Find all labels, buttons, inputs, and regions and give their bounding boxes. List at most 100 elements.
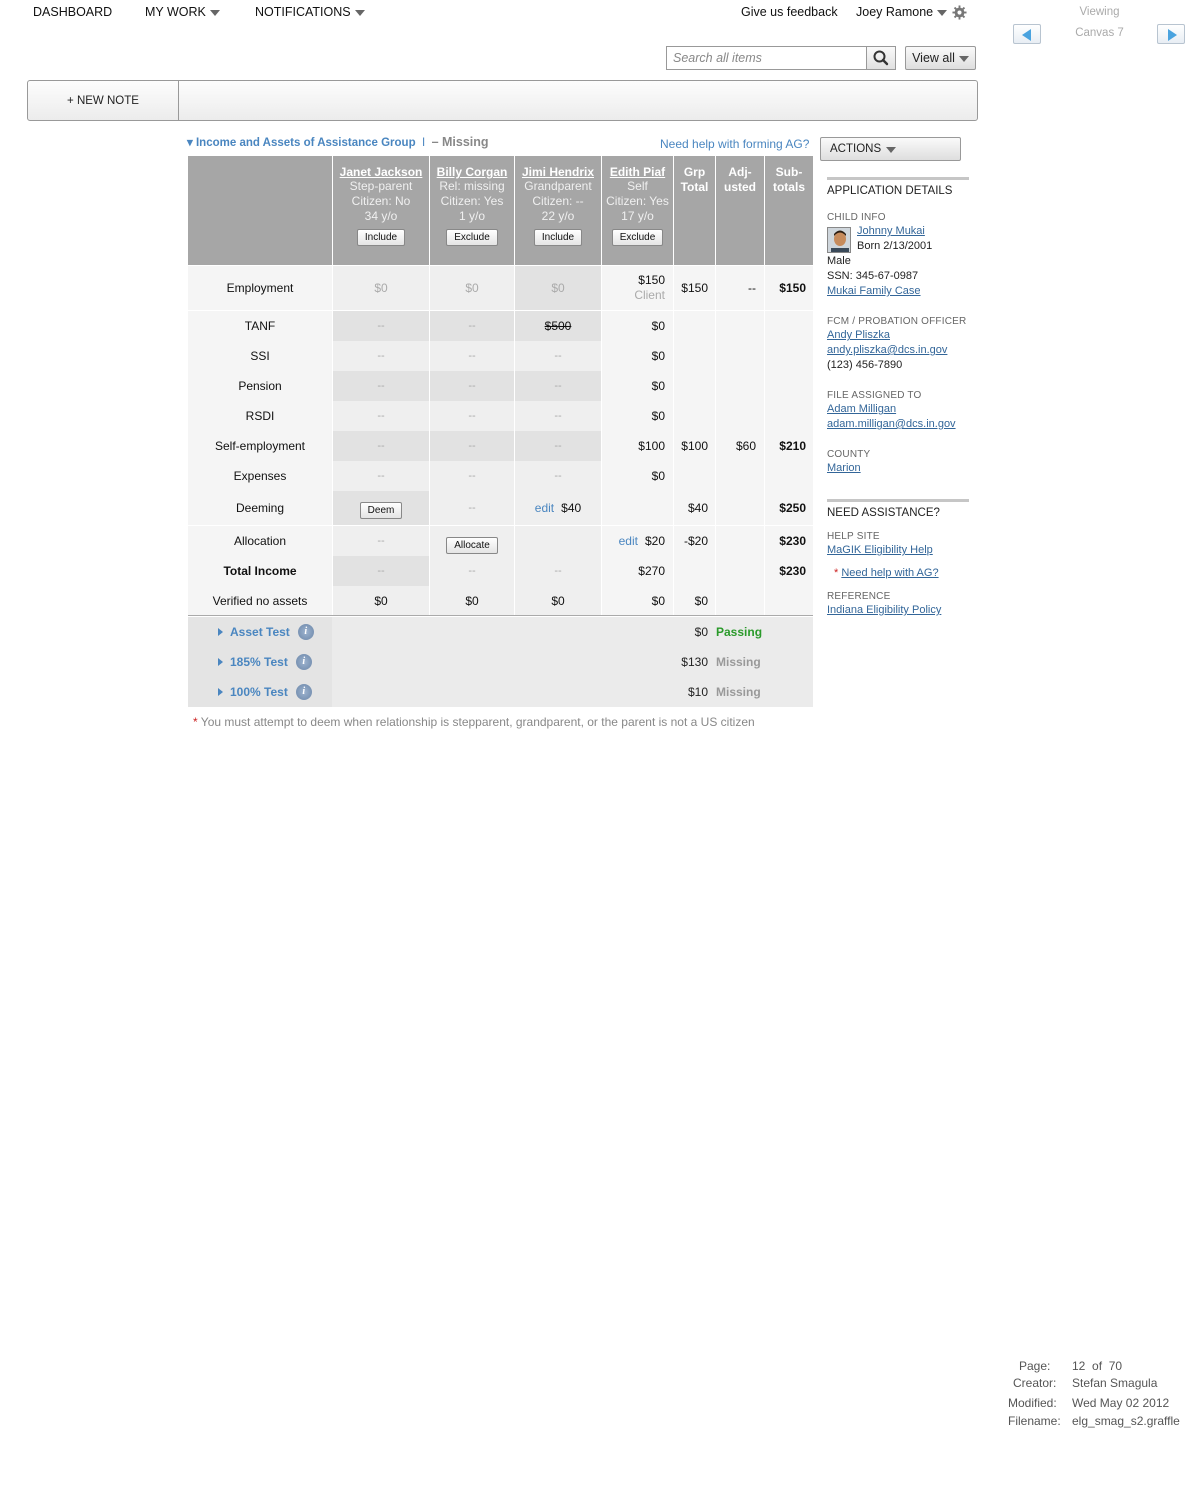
expand-icon bbox=[218, 688, 223, 696]
asset-test-toggle[interactable]: Asset Test i bbox=[188, 617, 332, 647]
cell-edith: $0 bbox=[602, 311, 673, 341]
col-header-line: Grp bbox=[683, 165, 706, 179]
cell-adjusted: $60 bbox=[716, 431, 764, 461]
person-header-billy: Billy Corgan Rel: missing Citizen: Yes 1… bbox=[430, 156, 514, 265]
cell-subtotal bbox=[765, 311, 813, 341]
next-canvas-button[interactable] bbox=[1157, 24, 1185, 44]
help-forming-ag-link[interactable]: Need help with forming AG? bbox=[660, 137, 809, 151]
ag-help-link[interactable]: Need help with AG? bbox=[841, 567, 938, 579]
cell-janet: -- bbox=[333, 526, 429, 556]
feedback-label: Give us feedback bbox=[741, 5, 838, 19]
page-total: 70 bbox=[1108, 1359, 1123, 1373]
cell-jimi: -- bbox=[515, 371, 601, 401]
expand-icon bbox=[218, 658, 223, 666]
info-icon[interactable]: i bbox=[295, 684, 312, 700]
help-site-link[interactable]: MaGIK Eligibility Help bbox=[827, 544, 933, 556]
test-status: Missing bbox=[716, 685, 761, 699]
adjusted-header: Adj-usted bbox=[716, 156, 764, 265]
cell-jimi: $0 bbox=[515, 266, 601, 310]
creator-value: Stefan Smagula bbox=[1072, 1376, 1158, 1390]
filename-value: elg_smag_s2.graffle bbox=[1072, 1414, 1180, 1428]
filename-label: Filename: bbox=[1008, 1414, 1061, 1428]
new-note-button[interactable]: + NEW NOTE bbox=[28, 81, 179, 120]
test-status: Missing bbox=[716, 655, 761, 669]
county-link[interactable]: Marion bbox=[827, 462, 861, 474]
search-button[interactable] bbox=[866, 46, 896, 70]
prev-canvas-button[interactable] bbox=[1013, 24, 1041, 44]
cell-janet: $0 bbox=[333, 586, 429, 615]
fcm-email-link[interactable]: andy.pliszka@dcs.in.gov bbox=[827, 344, 947, 356]
cell-jimi bbox=[515, 526, 601, 556]
nav-my-work[interactable]: MY WORK bbox=[145, 5, 220, 19]
cell-edith: $0 bbox=[602, 401, 673, 431]
search-input[interactable]: Search all items bbox=[666, 46, 868, 70]
info-icon[interactable]: i bbox=[297, 624, 314, 640]
cell-billy: $0 bbox=[430, 266, 514, 310]
cell-janet: -- bbox=[333, 371, 429, 401]
table-row-expenses: Expenses -- -- -- $0 bbox=[188, 461, 813, 491]
county-label: COUNTY bbox=[827, 449, 871, 460]
person-relationship: Self bbox=[627, 179, 648, 193]
user-menu[interactable]: Joey Ramone bbox=[856, 5, 948, 19]
cell-billy: -- bbox=[430, 491, 514, 525]
cell-grp-total: $0 bbox=[674, 586, 715, 615]
application-details-heading: APPLICATION DETAILS bbox=[827, 185, 953, 197]
gear-icon[interactable] bbox=[952, 5, 967, 20]
cell-billy: -- bbox=[430, 556, 514, 586]
include-button[interactable]: Include bbox=[533, 229, 583, 246]
footnote-star: * bbox=[193, 715, 198, 729]
cell-grp-total bbox=[674, 556, 715, 586]
nav-notifications[interactable]: NOTIFICATIONS bbox=[255, 5, 365, 19]
include-button[interactable]: Include bbox=[356, 229, 406, 246]
ag-help: * Need help with AG? bbox=[834, 566, 979, 581]
feedback-link[interactable]: Give us feedback bbox=[741, 5, 838, 19]
deem-button[interactable]: Deem bbox=[359, 501, 403, 519]
child-name-link[interactable]: Johnny Mukai bbox=[857, 225, 925, 237]
185-test-toggle[interactable]: 185% Test i bbox=[188, 647, 332, 677]
subtotals-header: Sub-totals bbox=[765, 156, 813, 265]
row-label: TANF bbox=[188, 311, 332, 341]
cell-janet: Deem bbox=[333, 491, 429, 525]
col-header-line: usted bbox=[723, 180, 756, 194]
fcm-name-link[interactable]: Andy Pliszka bbox=[827, 329, 890, 341]
cell-edith: edit $20 bbox=[602, 526, 673, 556]
assigned-name-link[interactable]: Adam Milligan bbox=[827, 403, 896, 415]
child-photo bbox=[828, 228, 850, 252]
cell-edith: $0 bbox=[602, 341, 673, 371]
nav-my-work-label: MY WORK bbox=[145, 5, 206, 19]
divider bbox=[827, 499, 969, 502]
100-test-toggle[interactable]: 100% Test i bbox=[188, 677, 332, 707]
person-name[interactable]: Jimi Hendrix bbox=[515, 165, 601, 179]
assigned-email-link[interactable]: adam.milligan@dcs.in.gov bbox=[827, 418, 956, 430]
view-all-button[interactable]: View all bbox=[905, 46, 976, 70]
person-name[interactable]: Edith Piaf bbox=[602, 165, 673, 179]
cell-grp-total: $40 bbox=[674, 491, 715, 525]
edit-link[interactable]: edit bbox=[619, 534, 638, 548]
avatar bbox=[827, 227, 851, 253]
edit-link[interactable]: edit bbox=[535, 501, 554, 515]
cell-jimi: $0 bbox=[515, 586, 601, 615]
cell-billy: -- bbox=[430, 461, 514, 491]
exclude-button[interactable]: Exclude bbox=[611, 229, 664, 246]
exclude-button[interactable]: Exclude bbox=[446, 229, 498, 246]
section-title[interactable]: ▾ Income and Assets of Assistance Group … bbox=[187, 135, 489, 149]
allocate-button[interactable]: Allocate bbox=[446, 536, 498, 554]
person-name[interactable]: Billy Corgan bbox=[430, 165, 514, 179]
reference-link[interactable]: Indiana Eligibility Policy bbox=[827, 604, 941, 616]
cell-jimi: -- bbox=[515, 431, 601, 461]
family-case-link[interactable]: Mukai Family Case bbox=[827, 285, 921, 297]
cell-subtotal bbox=[765, 371, 813, 401]
help-site-details: MaGIK Eligibility Help bbox=[827, 543, 972, 558]
info-icon[interactable]: i bbox=[295, 654, 312, 670]
cell-note: Client bbox=[634, 288, 665, 302]
table-row-deeming: Deeming Deem -- edit $40 $40 $250 bbox=[188, 491, 813, 525]
row-label: Total Income bbox=[188, 556, 332, 586]
view-all-label: View all bbox=[912, 51, 955, 65]
actions-button[interactable]: ACTIONS bbox=[820, 137, 961, 161]
cell-billy: -- bbox=[430, 311, 514, 341]
person-name[interactable]: Janet Jackson bbox=[333, 165, 429, 179]
section-status: – Missing bbox=[431, 135, 489, 149]
file-assigned-label: FILE ASSIGNED TO bbox=[827, 390, 922, 401]
nav-dashboard[interactable]: DASHBOARD bbox=[33, 5, 112, 19]
cell-adjusted bbox=[716, 341, 764, 371]
